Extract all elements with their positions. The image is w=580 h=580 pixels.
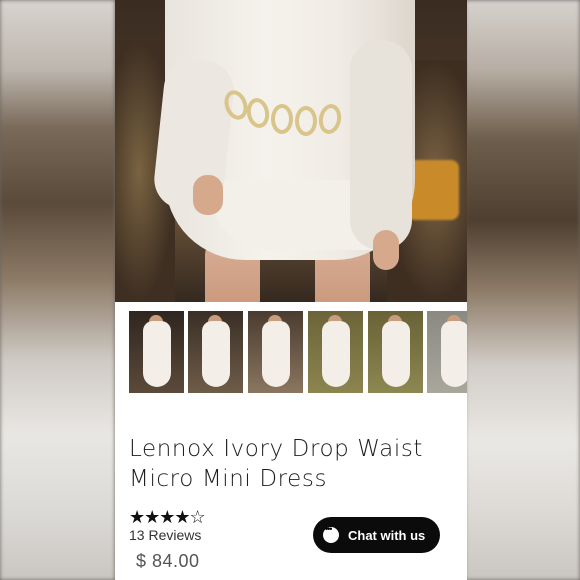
sleeve-right xyxy=(350,40,412,250)
hand-right xyxy=(373,230,399,270)
thumbnail-6[interactable] xyxy=(427,311,467,393)
reviews-link[interactable]: 13 Reviews xyxy=(129,527,201,543)
chat-bubble-icon xyxy=(323,524,339,543)
chat-with-us-button[interactable]: Chat with us xyxy=(313,517,440,553)
hero-product-image[interactable] xyxy=(115,0,467,302)
star-rating-icon[interactable]: ★★★★☆ xyxy=(129,507,206,528)
thumbnail-5[interactable] xyxy=(368,311,423,393)
hand-left xyxy=(193,175,223,215)
product-title: Lennox Ivory Drop Waist Micro Mini Dress xyxy=(129,434,459,494)
backdrop-left xyxy=(0,0,115,580)
thumbnail-2[interactable] xyxy=(188,311,243,393)
chain-belt xyxy=(220,87,355,140)
product-price: $ 84.00 xyxy=(136,551,200,571)
product-title-line-1: Lennox Ivory Drop Waist xyxy=(129,436,424,462)
thumbnail-1[interactable] xyxy=(129,311,184,393)
thumbnail-strip xyxy=(115,311,467,393)
chat-button-label: Chat with us xyxy=(348,527,426,543)
thumbnail-3[interactable] xyxy=(248,311,303,393)
backdrop-right xyxy=(465,0,580,580)
thumbnail-4[interactable] xyxy=(308,311,363,393)
product-title-line-2: Micro Mini Dress xyxy=(129,466,328,492)
product-page: Lennox Ivory Drop Waist Micro Mini Dress… xyxy=(115,0,467,580)
